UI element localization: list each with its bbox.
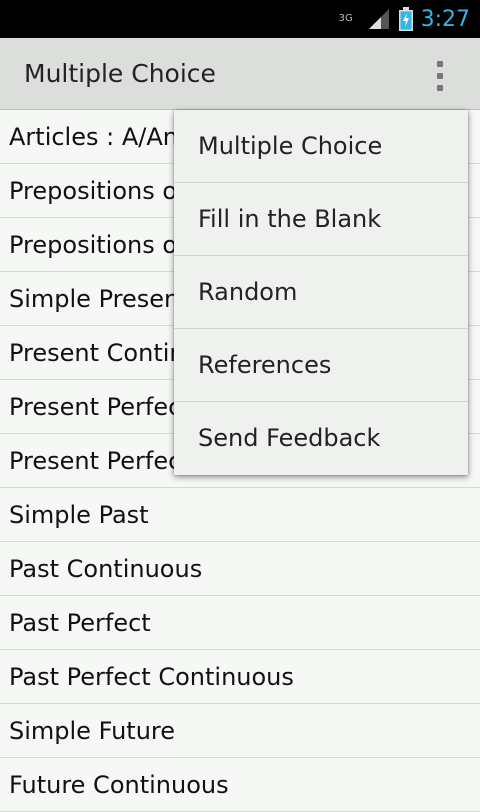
list-item[interactable]: Simple Future — [0, 704, 480, 758]
action-bar: Multiple Choice — [0, 38, 480, 110]
overflow-menu-icon[interactable] — [420, 58, 460, 94]
status-bar: 3G 3:27 — [0, 0, 480, 38]
menu-item-send-feedback[interactable]: Send Feedback — [174, 402, 468, 475]
list-item[interactable]: Simple Past — [0, 488, 480, 542]
list-item[interactable]: Past Perfect Continuous — [0, 650, 480, 704]
network-type-label: 3G — [338, 13, 353, 24]
battery-charging-icon — [398, 7, 413, 31]
app-title: Multiple Choice — [24, 59, 216, 88]
list-item[interactable]: Past Continuous — [0, 542, 480, 596]
menu-item-multiple-choice[interactable]: Multiple Choice — [174, 110, 468, 183]
clock: 3:27 — [420, 6, 470, 32]
overflow-popup-menu: Multiple Choice Fill in the Blank Random… — [174, 110, 468, 475]
status-icons: 3G 3:27 — [339, 0, 470, 38]
list-item[interactable]: Future Continuous — [0, 758, 480, 812]
signal-icon: 3G — [339, 7, 391, 31]
menu-item-fill-in-the-blank[interactable]: Fill in the Blank — [174, 183, 468, 256]
list-item[interactable]: Past Perfect — [0, 596, 480, 650]
menu-item-random[interactable]: Random — [174, 256, 468, 329]
menu-item-references[interactable]: References — [174, 329, 468, 402]
